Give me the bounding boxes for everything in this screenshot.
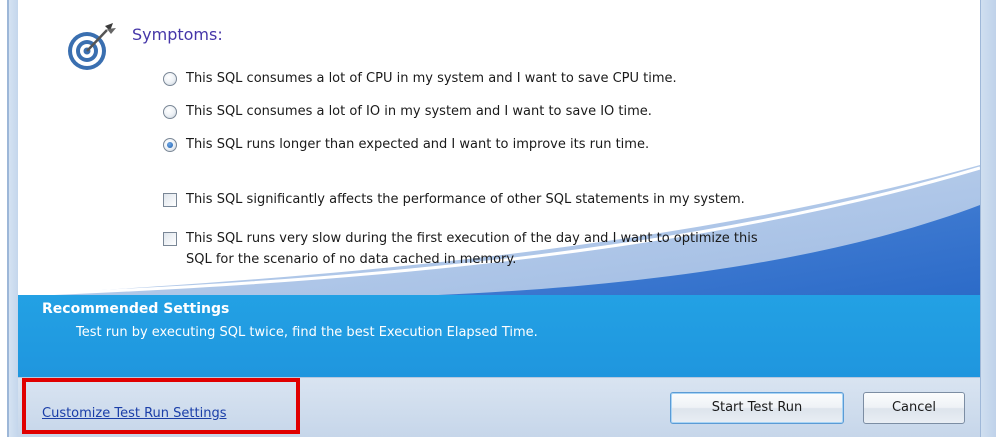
recommended-settings-title: Recommended Settings <box>42 301 230 317</box>
radio-label-cpu: This SQL consumes a lot of CPU in my sys… <box>186 71 677 86</box>
checkbox-option-affects-others[interactable]: This SQL significantly affects the perfo… <box>163 189 745 210</box>
radio-button-selected[interactable] <box>163 138 177 152</box>
radio-option-io[interactable]: This SQL consumes a lot of IO in my syst… <box>163 101 652 122</box>
radio-label-io: This SQL consumes a lot of IO in my syst… <box>186 104 652 119</box>
dialog-button-bar: Customize Test Run Settings Start Test R… <box>18 377 980 437</box>
radio-button[interactable] <box>163 105 177 119</box>
checkbox-label-line1: This SQL runs very slow during the first… <box>186 231 758 246</box>
radio-option-runtime[interactable]: This SQL runs longer than expected and I… <box>163 134 649 155</box>
checkbox-label-first-execution: This SQL runs very slow during the first… <box>186 228 758 270</box>
symptoms-title: Symptoms: <box>132 25 223 44</box>
recommended-settings-description: Test run by executing SQL twice, find th… <box>76 325 538 340</box>
window-left-border <box>0 0 18 437</box>
radio-button[interactable] <box>163 72 177 86</box>
radio-label-runtime: This SQL runs longer than expected and I… <box>186 137 650 152</box>
checkbox[interactable] <box>163 232 177 246</box>
radio-option-cpu[interactable]: This SQL consumes a lot of CPU in my sys… <box>163 68 677 89</box>
window-right-border <box>980 0 996 437</box>
checkbox-label-affects-others: This SQL significantly affects the perfo… <box>186 192 745 207</box>
recommended-settings-panel: Recommended Settings Test run by executi… <box>18 295 980 377</box>
checkbox[interactable] <box>163 193 177 207</box>
start-test-run-button[interactable]: Start Test Run <box>670 392 844 424</box>
symptoms-section: Symptoms: This SQL consumes a lot of CPU… <box>18 0 980 295</box>
checkbox-label-line2: SQL for the scenario of no data cached i… <box>186 252 517 267</box>
window-right-border-line <box>980 0 981 437</box>
target-icon <box>68 23 116 70</box>
checkbox-option-first-execution[interactable]: This SQL runs very slow during the first… <box>163 228 758 270</box>
test-run-dialog: Symptoms: This SQL consumes a lot of CPU… <box>18 0 980 437</box>
customize-test-run-settings-link[interactable]: Customize Test Run Settings <box>42 406 226 421</box>
window-left-border-line <box>7 0 9 437</box>
cancel-button[interactable]: Cancel <box>863 392 965 424</box>
